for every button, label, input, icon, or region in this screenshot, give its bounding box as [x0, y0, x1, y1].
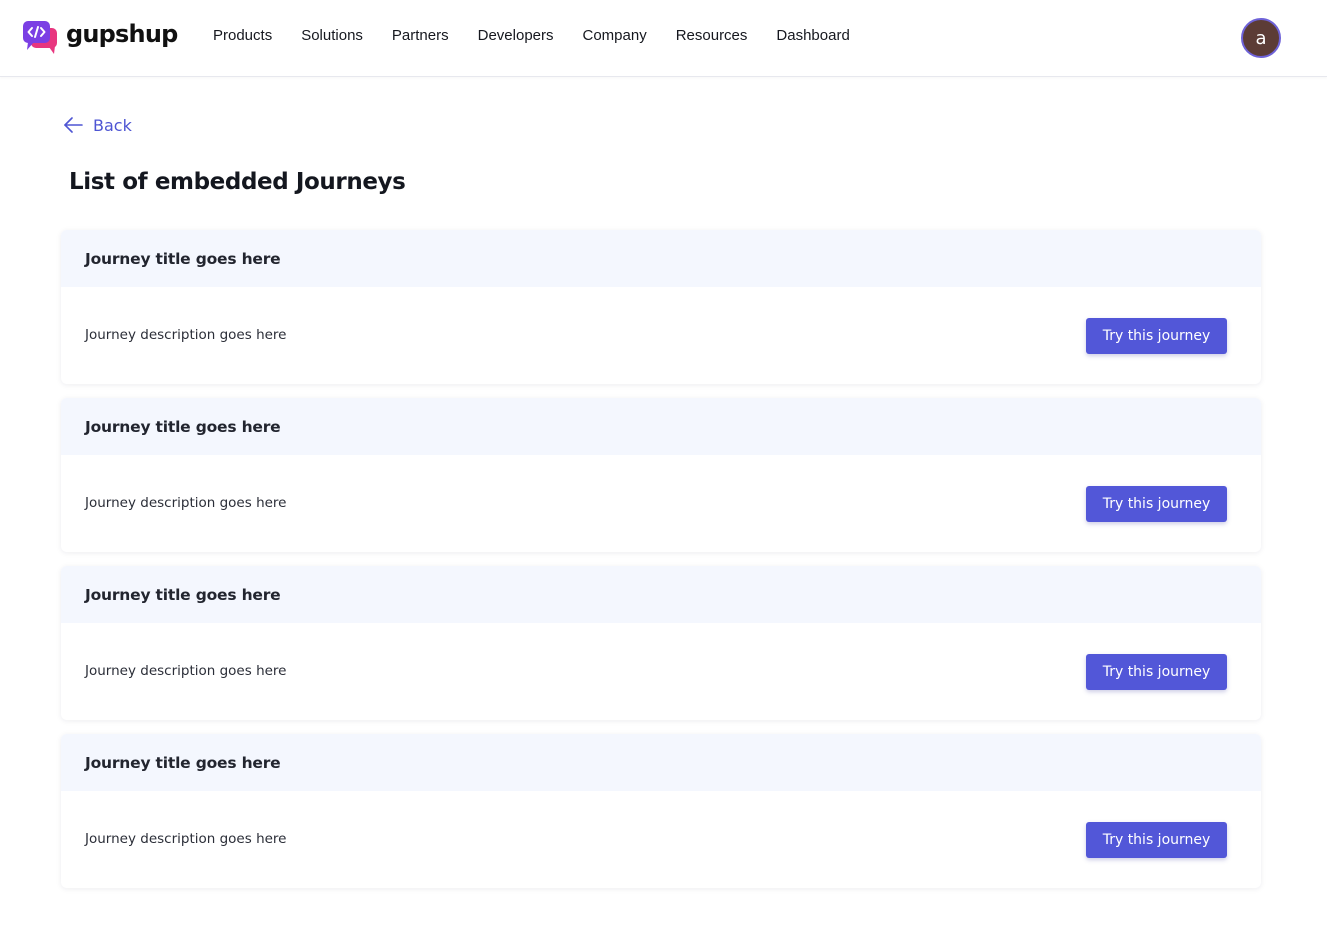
top-navbar: gupshup Products Solutions Partners Deve…	[0, 0, 1327, 77]
journey-description: Journey description goes here	[85, 326, 287, 343]
journey-title: Journey title goes here	[85, 585, 281, 604]
gupshup-logo[interactable]: gupshup	[22, 19, 178, 55]
nav-item-dashboard[interactable]: Dashboard	[776, 27, 849, 44]
journey-card: Journey title goes here Journey descript…	[61, 230, 1261, 384]
journey-description: Journey description goes here	[85, 662, 287, 679]
nav-item-products[interactable]: Products	[213, 27, 272, 44]
try-journey-button[interactable]: Try this journey	[1086, 654, 1227, 690]
journey-card-header: Journey title goes here	[61, 734, 1261, 791]
journey-card-header: Journey title goes here	[61, 566, 1261, 623]
journey-card-body: Journey description goes here Try this j…	[61, 791, 1261, 888]
journey-card: Journey title goes here Journey descript…	[61, 734, 1261, 888]
journey-title: Journey title goes here	[85, 249, 281, 268]
try-journey-button[interactable]: Try this journey	[1086, 318, 1227, 354]
try-journey-button[interactable]: Try this journey	[1086, 486, 1227, 522]
journey-description: Journey description goes here	[85, 830, 287, 847]
journey-card-header: Journey title goes here	[61, 230, 1261, 287]
journey-card: Journey title goes here Journey descript…	[61, 398, 1261, 552]
user-avatar[interactable]: a	[1241, 18, 1281, 58]
journey-card-header: Journey title goes here	[61, 398, 1261, 455]
brand-name: gupshup	[66, 20, 178, 48]
arrow-left-icon	[64, 117, 83, 133]
journey-card-body: Journey description goes here Try this j…	[61, 623, 1261, 720]
nav-item-resources[interactable]: Resources	[676, 27, 748, 44]
journey-description: Journey description goes here	[85, 494, 287, 511]
journey-list: Journey title goes here Journey descript…	[61, 230, 1261, 902]
nav-item-solutions[interactable]: Solutions	[301, 27, 363, 44]
nav-item-partners[interactable]: Partners	[392, 27, 449, 44]
back-label: Back	[93, 115, 132, 135]
journey-card-body: Journey description goes here Try this j…	[61, 455, 1261, 552]
journey-title: Journey title goes here	[85, 417, 281, 436]
journey-title: Journey title goes here	[85, 753, 281, 772]
back-link[interactable]: Back	[62, 115, 132, 135]
try-journey-button[interactable]: Try this journey	[1086, 822, 1227, 858]
journey-card: Journey title goes here Journey descript…	[61, 566, 1261, 720]
main-nav: Products Solutions Partners Developers C…	[213, 27, 879, 44]
code-chat-bubble-icon	[23, 21, 57, 54]
page-title: List of embedded Journeys	[69, 169, 406, 195]
journey-card-body: Journey description goes here Try this j…	[61, 287, 1261, 384]
nav-item-developers[interactable]: Developers	[478, 27, 554, 44]
nav-item-company[interactable]: Company	[583, 27, 647, 44]
avatar-initial: a	[1255, 27, 1267, 49]
